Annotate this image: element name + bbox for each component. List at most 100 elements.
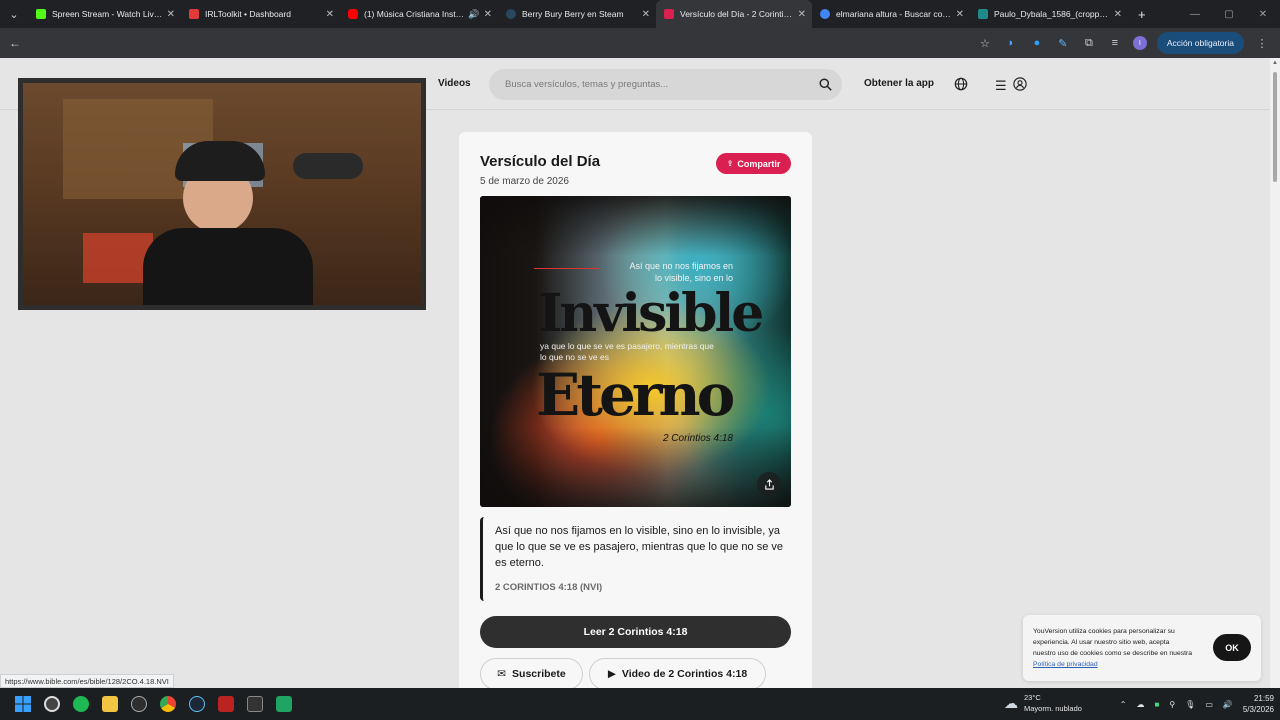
close-tab-icon[interactable]: ✕ — [484, 9, 492, 20]
subscribe-button[interactable]: ✉ Suscribete — [480, 658, 583, 688]
obs-icon[interactable] — [37, 688, 66, 720]
verse-image-middle-text: ya que lo que se ve es pasajero, mientra… — [540, 341, 714, 362]
close-tab-icon[interactable]: ✕ — [956, 9, 964, 20]
microphone — [293, 153, 363, 179]
extensions-puzzle-icon[interactable]: ⧉ — [1081, 35, 1097, 51]
scrollbar-thumb[interactable] — [1273, 72, 1277, 182]
streamer-cap — [175, 141, 265, 181]
image-share-icon[interactable] — [757, 472, 781, 496]
verse-reference-link[interactable]: 2 CORINTIOS 4:18 (NVI) — [495, 582, 602, 593]
get-app-link[interactable]: Obtener la app — [864, 78, 934, 89]
tray-overflow-icon[interactable]: ⌃ — [1120, 700, 1127, 709]
youversion-favicon-icon — [664, 9, 674, 19]
webcam-overlay — [18, 78, 426, 310]
tab-steam[interactable]: Berry Bury Berry en Steam ✕ — [498, 0, 656, 28]
close-tab-icon[interactable]: ✕ — [1114, 9, 1122, 20]
privacy-policy-link[interactable]: Política de privacidad — [1033, 661, 1098, 668]
verse-text: Así que no nos fijamos en lo visible, si… — [495, 525, 784, 569]
close-tab-icon[interactable]: ✕ — [167, 9, 175, 20]
card-date: 5 de marzo de 2026 — [480, 176, 569, 187]
terminal-icon[interactable] — [240, 688, 269, 720]
verse-image-reference: 2 Corintios 4:18 — [662, 433, 733, 444]
cookie-text: YouVersion utiliza cookies para personal… — [1033, 626, 1193, 670]
close-window-icon[interactable]: ✕ — [1246, 0, 1280, 28]
tab-dybala[interactable]: Paulo_Dybala_1586_(cropped).j ✕ — [970, 0, 1128, 28]
close-tab-icon[interactable]: ✕ — [326, 9, 334, 20]
weather-desc: Mayorm. nublado — [1024, 704, 1082, 713]
card-title: Versículo del Día — [480, 153, 601, 170]
read-chapter-button[interactable]: Leer 2 Corintios 4:18 — [480, 616, 791, 648]
voicemeeter-icon[interactable] — [211, 688, 240, 720]
tab-title: elmariana altura - Buscar con G — [836, 9, 952, 19]
maximize-icon[interactable]: ▢ — [1212, 0, 1246, 28]
wikimedia-favicon-icon — [978, 9, 988, 19]
system-tray: ⌃ ☁ ■ ⚲ 🎙 ▭ 🔊 21:59 5/3/2026 — [1120, 688, 1274, 720]
tab-youtube[interactable]: (1) Música Cristiana Instrum 🔊 ✕ — [340, 0, 498, 28]
video-label: Video de 2 Corintios 4:18 — [621, 668, 748, 680]
streamer-shirt — [143, 228, 313, 305]
back-arrow-icon[interactable]: ← — [9, 36, 21, 50]
file-explorer-icon[interactable] — [95, 688, 124, 720]
language-globe-icon[interactable] — [954, 77, 968, 91]
cookie-ok-button[interactable]: OK — [1213, 634, 1251, 661]
extension-blue-icon[interactable]: ● — [1029, 35, 1045, 51]
cloud-sun-icon: ☁ — [1004, 694, 1018, 711]
verse-image-word-eterno: Eterno — [536, 361, 735, 429]
more-menu-icon[interactable]: ⋮ — [1254, 35, 1270, 51]
close-tab-icon[interactable]: ✕ — [642, 9, 650, 20]
4k-app-icon[interactable] — [124, 688, 153, 720]
verse-image-top-text: Así que no nos fijamos en lo visible, si… — [629, 261, 733, 283]
share-button[interactable]: ⇪ Compartir — [716, 153, 791, 174]
status-url-bar: https://www.bible.com/es/bible/128/2CO.4… — [0, 674, 174, 688]
clock-date: 5/3/2026 — [1242, 705, 1274, 714]
usb-icon[interactable]: ⚲ — [1169, 700, 1175, 709]
clock-time: 21:59 — [1253, 694, 1274, 703]
security-icon[interactable]: ■ — [1154, 700, 1159, 709]
search-bar[interactable] — [489, 69, 842, 100]
search-icon[interactable] — [819, 78, 832, 91]
action-required-button[interactable]: Acción obligatoria — [1156, 32, 1244, 54]
new-tab-icon[interactable]: + — [1138, 7, 1146, 22]
microphone-icon[interactable]: 🎙 — [1185, 700, 1195, 709]
hamburger-menu-icon[interactable]: ☰ — [995, 78, 1007, 94]
verse-image-word-invisible: Invisible — [538, 283, 764, 344]
tab-google[interactable]: elmariana altura - Buscar con G ✕ — [812, 0, 970, 28]
search-input[interactable] — [489, 69, 789, 100]
tab-versiculo[interactable]: Versículo del Día - 2 Corintios 4: ✕ — [656, 0, 812, 28]
tab-spreen[interactable]: Spreen Stream - Watch Live on ✕ — [28, 0, 181, 28]
audio-playing-icon[interactable]: 🔊 — [468, 9, 479, 20]
play-icon: ▶ — [607, 668, 616, 680]
video-button[interactable]: ▶ Video de 2 Corintios 4:18 — [589, 658, 766, 688]
windows-taskbar: ☁ 23°C Mayorm. nublado ⌃ ☁ ■ ⚲ 🎙 ▭ 🔊 21:… — [0, 688, 1280, 720]
green-app-icon[interactable] — [269, 688, 298, 720]
page-viewport: Videos Obtener la app ☰ Versículo del Dí… — [0, 58, 1270, 688]
spotify-icon[interactable] — [66, 688, 95, 720]
verse-image[interactable]: Así que no nos fijamos en lo visible, si… — [480, 196, 791, 507]
bookmark-star-icon[interactable]: ☆ — [977, 35, 993, 51]
steam-icon[interactable] — [182, 688, 211, 720]
subscribe-label: Suscribete — [512, 668, 566, 680]
onedrive-icon[interactable]: ☁ — [1136, 700, 1144, 709]
user-account-icon[interactable] — [1013, 77, 1027, 91]
reading-list-icon[interactable]: ≡ — [1107, 35, 1123, 51]
extension-audio-icon[interactable]: ◗ — [1003, 35, 1019, 51]
speaker-icon[interactable]: 🔊 — [1223, 700, 1233, 709]
profile-avatar[interactable]: I — [1132, 36, 1147, 50]
kick-favicon-icon — [36, 9, 46, 19]
youtube-favicon-icon — [348, 9, 358, 19]
nav-videos-link[interactable]: Videos — [438, 78, 471, 89]
tab-title: Berry Bury Berry en Steam — [522, 9, 624, 19]
chrome-icon[interactable] — [153, 688, 182, 720]
close-tab-icon[interactable]: ✕ — [798, 9, 806, 20]
network-icon[interactable]: ▭ — [1205, 700, 1213, 709]
page-scrollbar[interactable]: ▲ — [1270, 58, 1280, 688]
tab-irltoolkit[interactable]: IRLToolkit • Dashboard ✕ — [181, 0, 340, 28]
windows-start-icon[interactable] — [8, 688, 37, 720]
verse-of-day-card: Versículo del Día 5 de marzo de 2026 ⇪ C… — [459, 132, 812, 688]
clock[interactable]: 21:59 5/3/2026 — [1243, 693, 1274, 715]
scroll-up-arrow-icon[interactable]: ▲ — [1272, 60, 1278, 66]
extension-translate-icon[interactable]: ✎ — [1055, 35, 1071, 51]
weather-widget[interactable]: ☁ 23°C Mayorm. nublado — [1004, 692, 1082, 714]
tab-search-dropdown-icon[interactable]: ⌄ — [0, 0, 28, 28]
minimize-icon[interactable]: — — [1178, 0, 1212, 28]
